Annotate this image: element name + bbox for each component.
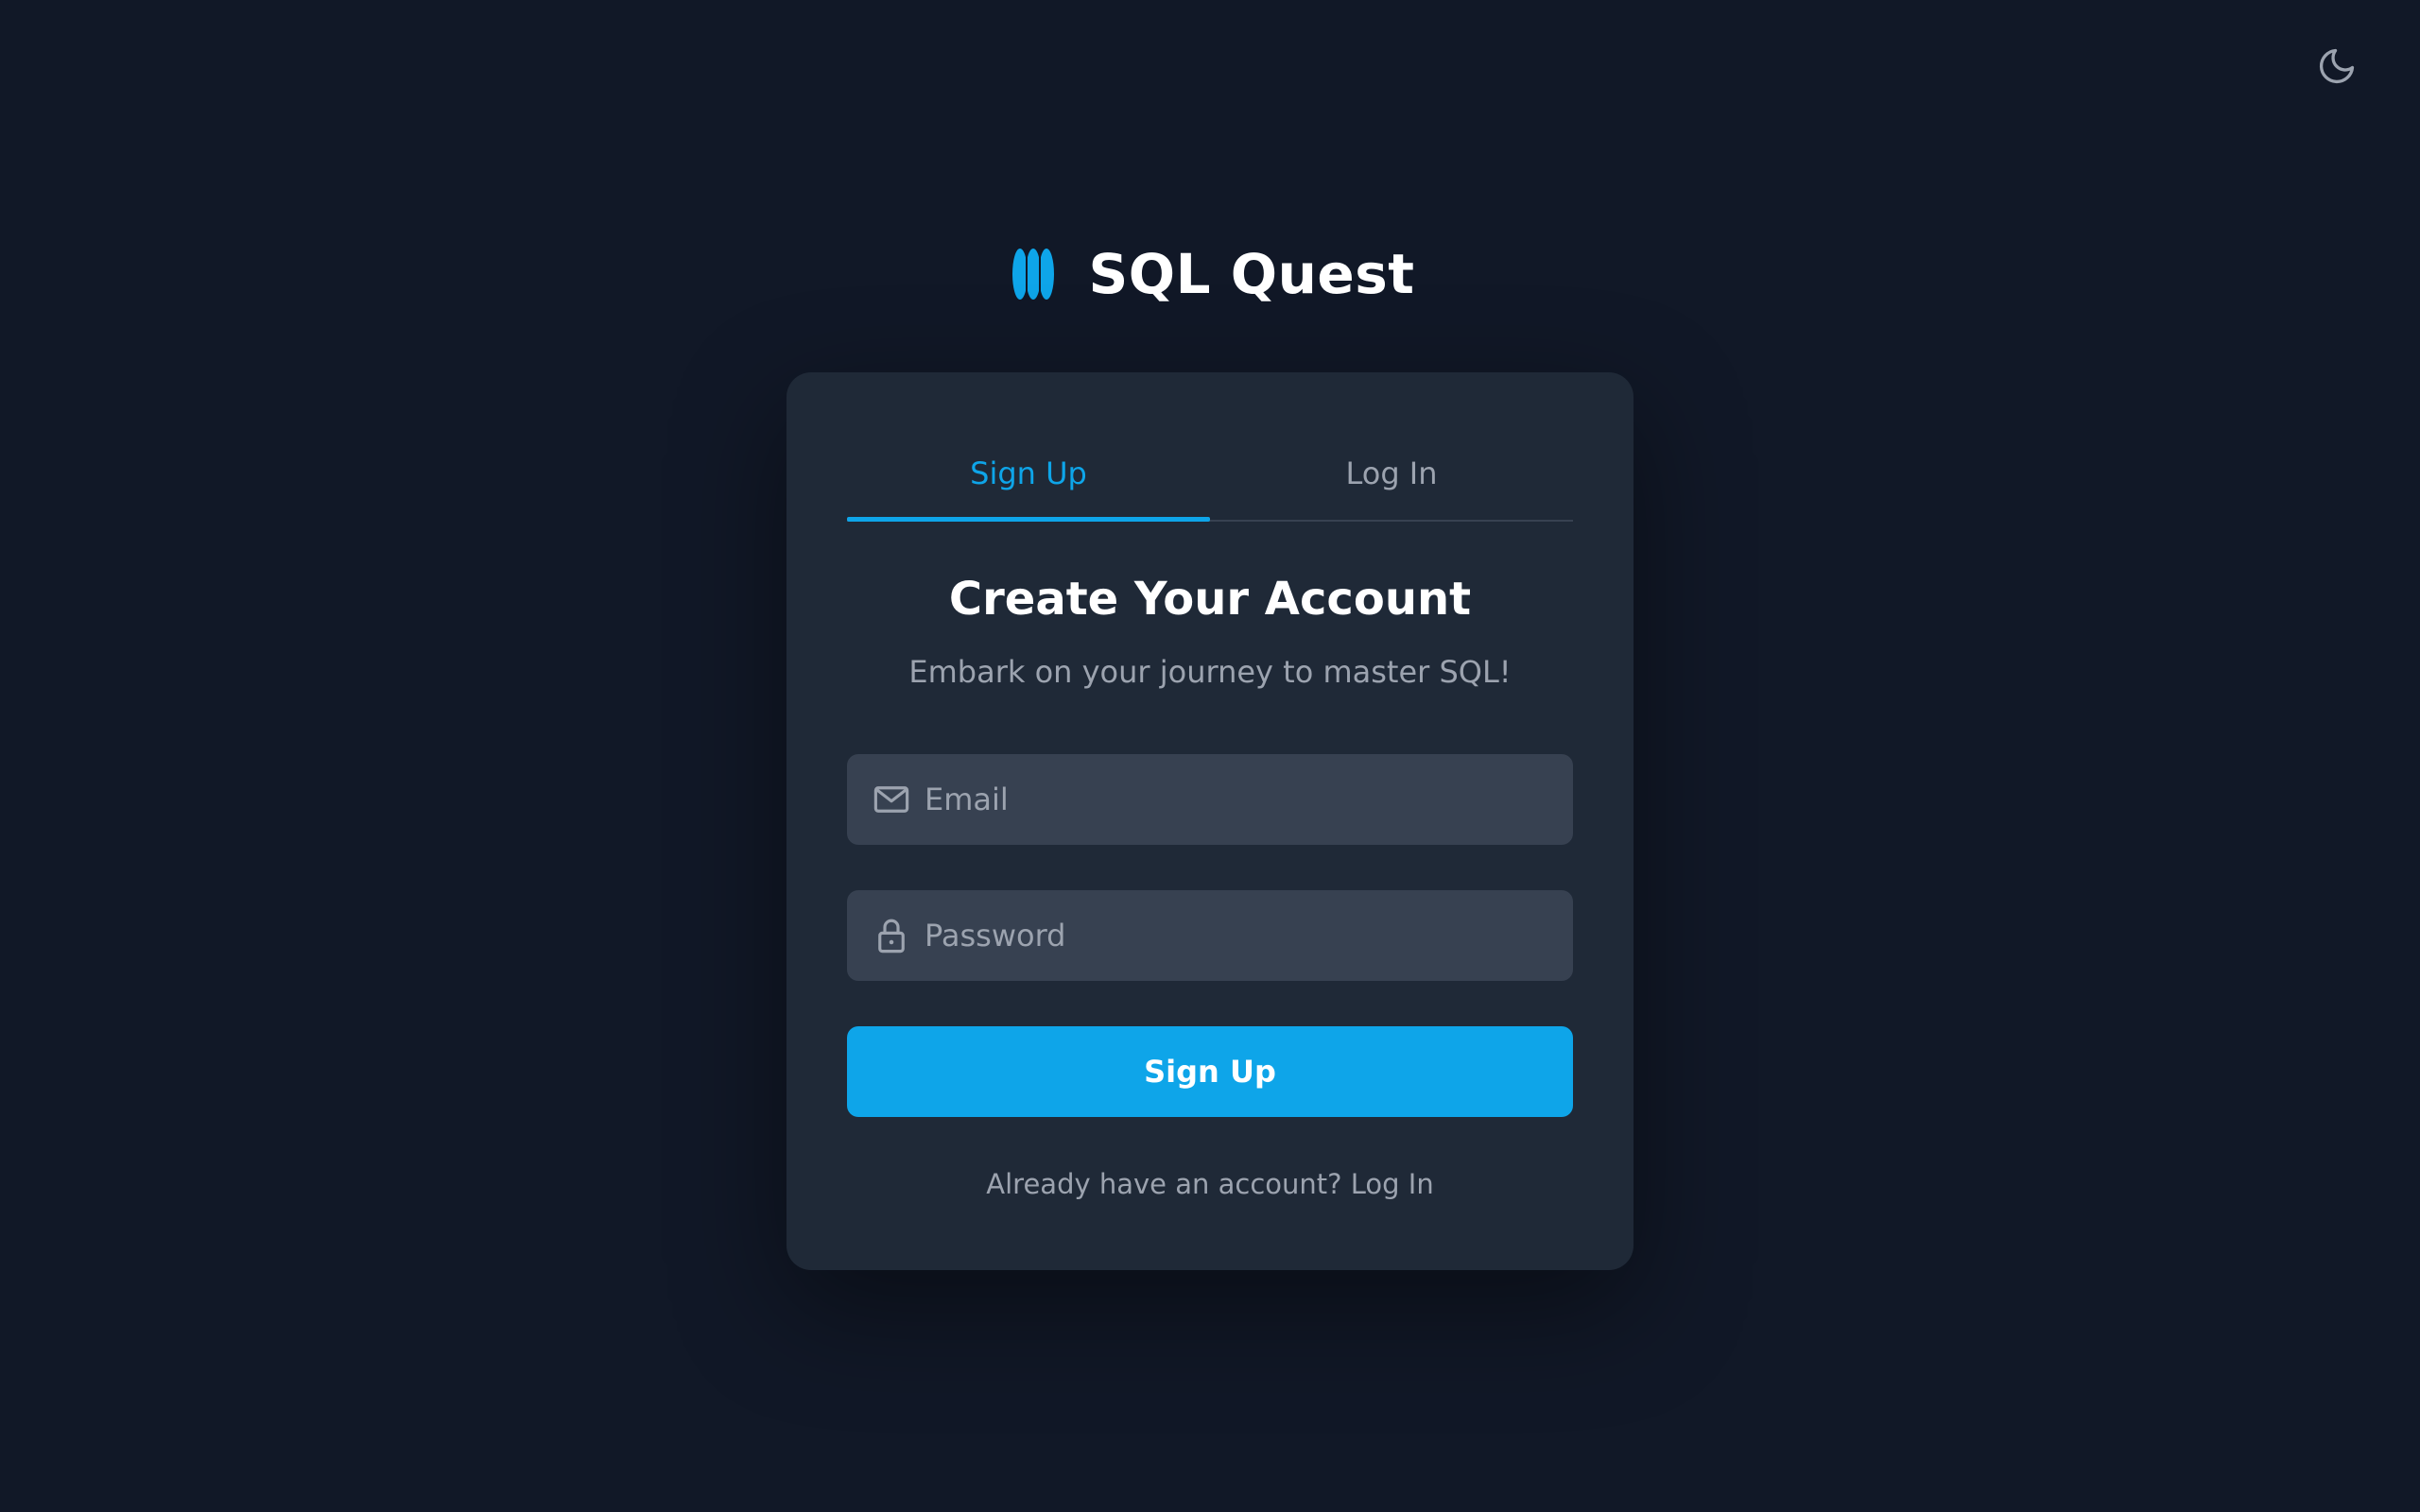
login-prompt-text: Already have an account? (986, 1168, 1342, 1200)
login-link[interactable]: Log In (1351, 1168, 1434, 1200)
app-name: SQL Quest (1088, 242, 1415, 306)
moon-icon (2319, 48, 2355, 84)
auth-card: Sign Up Log In Create Your Account Embar… (786, 372, 1634, 1270)
theme-toggle-button[interactable] (2314, 43, 2360, 89)
tab-log-in[interactable]: Log In (1210, 440, 1573, 520)
mail-icon (872, 780, 911, 819)
form-subtitle: Embark on your journey to master SQL! (908, 654, 1512, 690)
login-prompt: Already have an account? Log In (847, 1168, 1573, 1200)
tab-sign-up[interactable]: Sign Up (847, 440, 1210, 522)
lock-icon (872, 916, 911, 955)
password-field[interactable] (847, 890, 1573, 981)
sign-up-button[interactable]: Sign Up (847, 1026, 1573, 1117)
form-title: Create Your Account (948, 573, 1472, 626)
app-logo-icon (1006, 247, 1061, 301)
auth-tabs: Sign Up Log In (847, 440, 1573, 522)
password-input[interactable] (925, 907, 1548, 964)
brand-header: SQL Quest (0, 242, 2420, 306)
email-input[interactable] (925, 771, 1548, 828)
email-field[interactable] (847, 754, 1573, 845)
